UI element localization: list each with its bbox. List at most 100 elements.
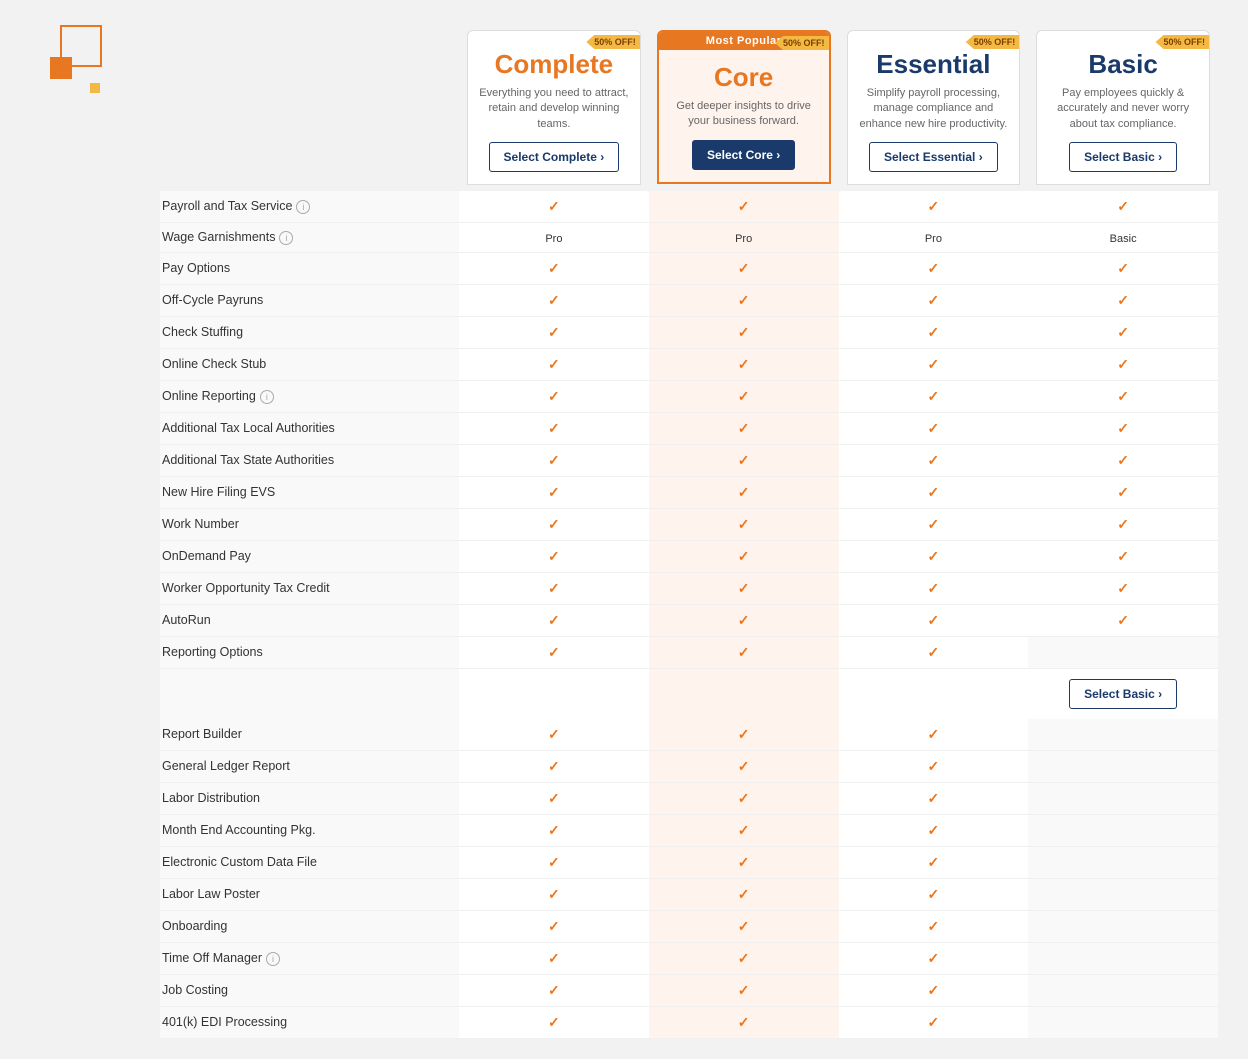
check-icon: ✓ xyxy=(738,324,750,340)
core-cell: ✓ xyxy=(649,751,839,783)
essential-card: 50% OFF! Essential Simplify payroll proc… xyxy=(847,30,1021,185)
complete-cell: ✓ xyxy=(459,815,649,847)
check-icon: ✓ xyxy=(738,854,750,870)
core-cell: ✓ xyxy=(649,253,839,285)
check-icon: ✓ xyxy=(928,198,940,214)
check-icon: ✓ xyxy=(548,292,560,308)
basic-cell: ✓ xyxy=(1028,317,1218,349)
essential-cell: ✓ xyxy=(839,317,1029,349)
complete-plan-name: Complete xyxy=(478,49,630,80)
essential-cell: ✓ xyxy=(839,191,1029,223)
complete-cell: ✓ xyxy=(459,413,649,445)
core-cell: ✓ xyxy=(649,317,839,349)
core-cell: ✓ xyxy=(649,573,839,605)
basic-discount-ribbon: 50% OFF! xyxy=(1155,35,1210,49)
essential-cell: ✓ xyxy=(839,719,1029,751)
core-cell: ✓ xyxy=(649,879,839,911)
check-icon: ✓ xyxy=(928,580,940,596)
check-icon: ✓ xyxy=(1117,420,1129,436)
feature-name-cell: Additional Tax State Authorities xyxy=(160,445,459,477)
check-icon: ✓ xyxy=(548,324,560,340)
core-cell: ✓ xyxy=(649,783,839,815)
feature-name-cell: Online Reportingi xyxy=(160,381,459,413)
basic-cell: ✓ xyxy=(1028,285,1218,317)
core-cell: ✓ xyxy=(649,413,839,445)
complete-cell: ✓ xyxy=(459,285,649,317)
complete-card: 50% OFF! Complete Everything you need to… xyxy=(467,30,641,185)
badge-label: Pro xyxy=(925,233,942,245)
feature-name-cell: Work Number xyxy=(160,509,459,541)
essential-cell: ✓ xyxy=(839,879,1029,911)
essential-cell: ✓ xyxy=(839,1007,1029,1039)
table-row: Labor Law Poster✓✓✓ xyxy=(160,879,1218,911)
feature-name-cell: Labor Law Poster xyxy=(160,879,459,911)
check-icon: ✓ xyxy=(928,886,940,902)
check-icon: ✓ xyxy=(928,548,940,564)
check-icon: ✓ xyxy=(928,644,940,660)
check-icon: ✓ xyxy=(548,484,560,500)
feature-col-header xyxy=(160,30,459,191)
basic-header-cell: 50% OFF! Basic Pay employees quickly & a… xyxy=(1028,30,1218,191)
select-basic-button-bottom[interactable]: Select Basic › xyxy=(1069,679,1177,709)
complete-cell: ✓ xyxy=(459,719,649,751)
complete-select-bottom-cell xyxy=(459,669,649,719)
check-icon: ✓ xyxy=(738,292,750,308)
info-icon[interactable]: i xyxy=(279,231,293,245)
essential-discount-ribbon: 50% OFF! xyxy=(966,35,1021,49)
info-icon[interactable]: i xyxy=(266,952,280,966)
check-icon: ✓ xyxy=(928,324,940,340)
essential-cell: ✓ xyxy=(839,815,1029,847)
select-core-button[interactable]: Select Core xyxy=(692,140,795,170)
check-icon: ✓ xyxy=(548,260,560,276)
table-row: Payroll and Tax Servicei✓✓✓✓ xyxy=(160,191,1218,223)
basic-cell xyxy=(1028,783,1218,815)
basic-cell xyxy=(1028,719,1218,751)
complete-cell: ✓ xyxy=(459,605,649,637)
feature-name-cell: Report Builder xyxy=(160,719,459,751)
page-wrapper: 50% OFF! Complete Everything you need to… xyxy=(10,10,1238,1049)
select-basic-button-top[interactable]: Select Basic xyxy=(1069,142,1177,172)
check-icon: ✓ xyxy=(738,452,750,468)
check-icon: ✓ xyxy=(548,822,560,838)
essential-cell: ✓ xyxy=(839,911,1029,943)
basic-cell: ✓ xyxy=(1028,573,1218,605)
essential-select-bottom-cell xyxy=(839,669,1029,719)
check-icon: ✓ xyxy=(1117,292,1129,308)
essential-cell: ✓ xyxy=(839,381,1029,413)
table-row: Pay Options✓✓✓✓ xyxy=(160,253,1218,285)
complete-cell: ✓ xyxy=(459,573,649,605)
feature-name-cell: Month End Accounting Pkg. xyxy=(160,815,459,847)
check-icon: ✓ xyxy=(738,260,750,276)
core-plan-description: Get deeper insights to drive your busine… xyxy=(669,99,819,130)
complete-cell: ✓ xyxy=(459,317,649,349)
basic-cell xyxy=(1028,1007,1218,1039)
select-complete-button[interactable]: Select Complete xyxy=(489,142,620,172)
feature-name-cell: Wage Garnishmentsi xyxy=(160,223,459,253)
check-icon: ✓ xyxy=(738,822,750,838)
basic-cell xyxy=(1028,943,1218,975)
check-icon: ✓ xyxy=(928,612,940,628)
core-cell: ✓ xyxy=(649,605,839,637)
select-essential-button[interactable]: Select Essential xyxy=(869,142,998,172)
essential-cell: ✓ xyxy=(839,477,1029,509)
feature-name-cell: Pay Options xyxy=(160,253,459,285)
check-icon: ✓ xyxy=(928,356,940,372)
complete-cell: ✓ xyxy=(459,509,649,541)
check-icon: ✓ xyxy=(928,1014,940,1030)
feature-name-cell: Additional Tax Local Authorities xyxy=(160,413,459,445)
check-icon: ✓ xyxy=(738,950,750,966)
check-icon: ✓ xyxy=(548,548,560,564)
essential-header-cell: 50% OFF! Essential Simplify payroll proc… xyxy=(839,30,1029,191)
info-icon[interactable]: i xyxy=(260,390,274,404)
basic-select-bottom-cell: Select Basic › xyxy=(1028,669,1218,719)
complete-header-cell: 50% OFF! Complete Everything you need to… xyxy=(459,30,649,191)
check-icon: ✓ xyxy=(738,516,750,532)
feature-name-cell: 401(k) EDI Processing xyxy=(160,1007,459,1039)
check-icon: ✓ xyxy=(1117,484,1129,500)
complete-cell: ✓ xyxy=(459,911,649,943)
core-cell: ✓ xyxy=(649,911,839,943)
essential-cell: ✓ xyxy=(839,541,1029,573)
info-icon[interactable]: i xyxy=(296,200,310,214)
check-icon: ✓ xyxy=(548,356,560,372)
essential-cell: ✓ xyxy=(839,751,1029,783)
